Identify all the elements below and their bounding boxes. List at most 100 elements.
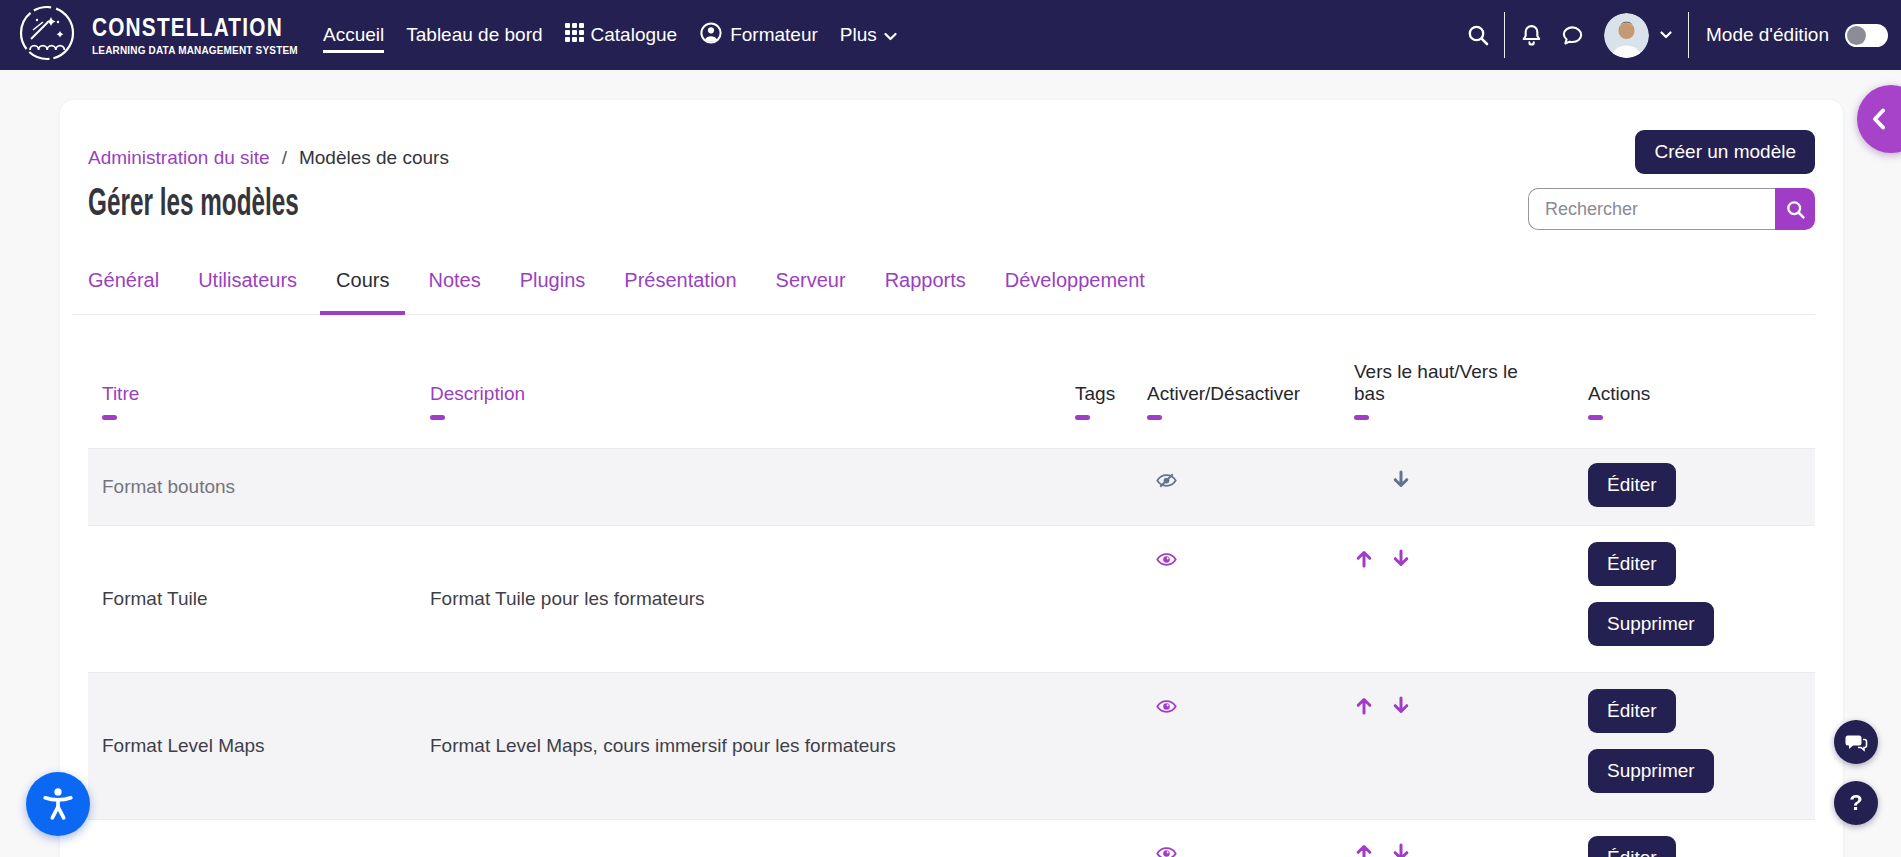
edit-mode-label: Mode d'édition (1706, 24, 1829, 46)
row-tags (1075, 820, 1147, 857)
tab-developpement[interactable]: Développement (989, 269, 1161, 314)
nav-link-tableau-de-bord[interactable]: Tableau de bord (395, 0, 553, 70)
row-visibility (1147, 548, 1354, 575)
navbar-right: Mode d'édition (1465, 12, 1888, 58)
table-row: Format boutons Éditer (88, 448, 1815, 525)
chevron-left-icon (1872, 108, 1885, 130)
move-up-icon[interactable] (1354, 548, 1374, 569)
eye-icon[interactable] (1155, 695, 1178, 718)
row-actions: Éditer (1588, 836, 1815, 857)
page-actions: Créer un modèle (1528, 130, 1815, 230)
avatar[interactable] (1604, 13, 1649, 58)
edit-button[interactable]: Éditer (1588, 689, 1676, 733)
row-visibility (1147, 695, 1354, 722)
nav-link-accueil[interactable]: Accueil (312, 0, 395, 70)
hide-column-dash-icon[interactable] (430, 415, 445, 420)
row-tags (1075, 526, 1147, 672)
move-down-icon[interactable] (1391, 469, 1411, 490)
hide-column-dash-icon[interactable] (102, 415, 117, 420)
brand-logo[interactable]: CONSTELLATION LEARNING DATA MANAGEMENT S… (18, 4, 284, 66)
tab-plugins[interactable]: Plugins (504, 269, 602, 314)
nav-link-catalogue[interactable]: Catalogue (554, 0, 689, 70)
move-down-icon[interactable] (1391, 548, 1411, 569)
row-title: Format boutons (88, 476, 430, 498)
open-drawer-button[interactable] (1857, 85, 1901, 153)
brand-title: CONSTELLATION (92, 14, 246, 40)
chevron-down-icon (884, 24, 897, 46)
nav-links: Accueil Tableau de bord Catalogue Format… (312, 0, 908, 70)
edit-button[interactable]: Éditer (1588, 463, 1676, 507)
move-down-icon[interactable] (1391, 842, 1411, 857)
notifications-bell-icon[interactable] (1518, 22, 1544, 48)
breadcrumb-link-admin[interactable]: Administration du site (88, 147, 270, 169)
hide-column-dash-icon[interactable] (1147, 415, 1162, 420)
user-menu-chevron-icon[interactable] (1657, 22, 1675, 48)
move-up-icon[interactable] (1354, 842, 1374, 857)
accessibility-icon (39, 785, 77, 823)
tab-utilisateurs[interactable]: Utilisateurs (182, 269, 313, 314)
eye-slash-icon[interactable] (1155, 469, 1178, 492)
row-visibility (1147, 842, 1354, 857)
row-title: Format Tuile (88, 588, 430, 610)
sort-titre-link[interactable]: Titre (102, 383, 430, 405)
tab-rapports[interactable]: Rapports (869, 269, 982, 314)
column-header-vers: Vers le haut/Vers le bas (1354, 361, 1534, 420)
table-header: Titre Description Tags Activer/Désactive… (88, 315, 1815, 448)
hide-column-dash-icon[interactable] (1354, 415, 1369, 420)
divider (1504, 12, 1505, 58)
table-row: Format Level Maps Format Level Maps, cou… (88, 672, 1815, 819)
column-header-description: Description (430, 383, 1075, 420)
table-row: Format Tuile Format Tuile pour les forma… (88, 525, 1815, 672)
tab-notes[interactable]: Notes (412, 269, 496, 314)
search-box (1528, 188, 1815, 230)
table-row: Éditer (88, 819, 1815, 857)
grid-icon (565, 23, 584, 47)
question-mark-icon: ? (1849, 790, 1862, 816)
toggle-knob (1847, 26, 1866, 45)
chat-bubbles-icon (1844, 730, 1868, 754)
delete-button[interactable]: Supprimer (1588, 602, 1714, 646)
column-header-actions: Actions (1588, 383, 1815, 420)
nav-link-plus[interactable]: Plus (829, 0, 908, 70)
eye-icon[interactable] (1155, 842, 1178, 857)
user-circle-icon (699, 21, 723, 50)
search-input[interactable] (1528, 188, 1775, 230)
sort-description-link[interactable]: Description (430, 383, 1075, 405)
tab-general[interactable]: Général (72, 269, 175, 314)
help-button[interactable]: ? (1834, 781, 1878, 825)
hide-column-dash-icon[interactable] (1075, 415, 1090, 420)
messages-chat-icon[interactable] (1559, 22, 1585, 48)
accessibility-button[interactable] (26, 772, 90, 836)
eye-icon[interactable] (1155, 548, 1178, 571)
row-move (1354, 842, 1588, 857)
move-up-icon[interactable] (1354, 695, 1374, 716)
tab-cours[interactable]: Cours (320, 269, 405, 314)
breadcrumb-current: Modèles de cours (299, 147, 449, 169)
edit-button[interactable]: Éditer (1588, 542, 1676, 586)
row-tags (1075, 673, 1147, 819)
edit-mode-toggle[interactable] (1845, 24, 1888, 47)
hide-column-dash-icon[interactable] (1588, 415, 1603, 420)
row-move (1354, 695, 1588, 716)
settings-tabs: Général Utilisateurs Cours Notes Plugins… (72, 269, 1815, 315)
create-template-button[interactable]: Créer un modèle (1635, 130, 1815, 174)
edit-button[interactable]: Éditer (1588, 836, 1676, 857)
row-description: Format Level Maps, cours immersif pour l… (430, 735, 1075, 757)
tab-serveur[interactable]: Serveur (760, 269, 862, 314)
column-header-titre: Titre (88, 383, 430, 420)
brand-subtitle: LEARNING DATA MANAGEMENT SYSTEM (92, 44, 274, 56)
row-move (1354, 548, 1588, 569)
breadcrumb-separator: / (282, 147, 287, 169)
delete-button[interactable]: Supprimer (1588, 749, 1714, 793)
tab-presentation[interactable]: Présentation (608, 269, 752, 314)
nav-link-formateur[interactable]: Formateur (688, 0, 829, 70)
row-move (1354, 469, 1588, 490)
row-visibility (1147, 469, 1354, 496)
support-chat-button[interactable] (1834, 720, 1878, 764)
row-title: Format Level Maps (88, 735, 430, 757)
search-icon[interactable] (1465, 22, 1491, 48)
row-actions: Éditer (1588, 463, 1815, 507)
move-down-icon[interactable] (1391, 695, 1411, 716)
row-description: Format Tuile pour les formateurs (430, 588, 1075, 610)
search-submit-button[interactable] (1775, 188, 1815, 230)
